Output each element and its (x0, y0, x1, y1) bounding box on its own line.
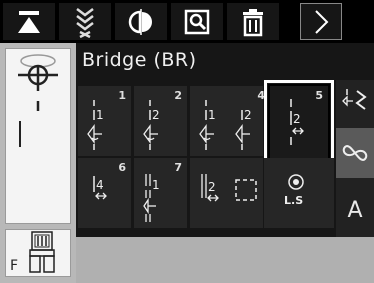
page-title: Bridge (BR) (82, 49, 197, 71)
buttonhole-bridge-icon: 1 (87, 100, 104, 150)
svg-text:4: 4 (96, 178, 104, 192)
buttonhole-bridge-icon: 1 (143, 174, 160, 222)
buttonhole-bridge-icon: 2 (143, 100, 160, 150)
next-page-button[interactable] (300, 3, 342, 40)
delete-icon (243, 8, 263, 36)
buttonhole-bridge-icon: 4 (93, 176, 107, 200)
dashed-box-icon (235, 179, 257, 201)
mirror-image-icon (128, 8, 152, 35)
svg-text:L.S: L.S (284, 194, 303, 207)
pattern-tile-5-selected[interactable]: 5 2 (264, 80, 334, 165)
next-arrow-icon (315, 9, 329, 34)
zoom-button[interactable] (171, 3, 223, 40)
svg-text:1: 1 (152, 178, 160, 192)
locking-stitch-icon: L.S (284, 174, 304, 207)
buttonhole-bridge-icon: 2 (290, 99, 304, 145)
svg-text:2: 2 (244, 108, 252, 122)
top-toolbar (0, 0, 374, 43)
mirror-button[interactable] (115, 3, 167, 40)
pattern-tile-locking-stitch[interactable]: L.S (264, 158, 334, 228)
category-button-utility[interactable] (336, 80, 374, 120)
pattern-tile-6[interactable]: 6 4 (78, 158, 131, 228)
svg-text:1: 1 (208, 108, 216, 122)
right-category-column: A (336, 80, 374, 237)
svg-text:2: 2 (152, 108, 160, 122)
move-top-button[interactable] (3, 3, 55, 40)
presser-foot-display: F (5, 229, 71, 277)
buttonhole-bridge-icon: 2 (235, 108, 252, 150)
presser-foot-letter: F (10, 258, 19, 274)
buttonhole-category-icon (342, 89, 367, 110)
category-button-decorative[interactable] (336, 128, 374, 178)
stitch-edit-icon (76, 7, 94, 38)
pattern-tile-1[interactable]: 1 1 (78, 86, 131, 156)
delete-button[interactable] (227, 3, 279, 40)
status-bar (76, 237, 374, 283)
needle-position-display[interactable] (5, 48, 71, 224)
stitch-edit-button[interactable] (59, 3, 111, 40)
svg-text:2: 2 (208, 180, 216, 194)
svg-text:1: 1 (96, 108, 104, 122)
pattern-tile-4[interactable]: 4 2 (230, 86, 265, 156)
pattern-tile-memory[interactable] (230, 158, 263, 228)
category-button-alphabet[interactable]: A (336, 190, 374, 230)
needle-position-panel: F (0, 43, 76, 283)
pattern-tile-7[interactable]: 7 1 (134, 158, 187, 228)
svg-text:2: 2 (293, 112, 301, 126)
needle-position-icon (18, 54, 58, 147)
move-top-icon (18, 10, 40, 33)
zoom-icon (184, 9, 210, 34)
pattern-tile-2[interactable]: 2 2 (134, 86, 187, 156)
decorative-stitch-icon (342, 145, 368, 161)
